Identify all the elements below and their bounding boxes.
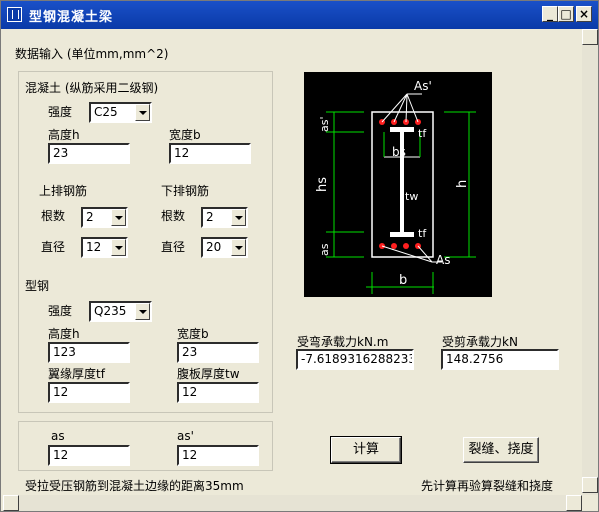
chevron-down-icon[interactable] [111, 209, 126, 226]
diagram-as: As [436, 253, 450, 267]
crack-deflection-button[interactable]: 裂缝、挠度 [463, 437, 539, 463]
top-diameter-value: 12 [86, 240, 102, 254]
as-prime-label: as' [177, 429, 194, 443]
chevron-down-icon[interactable] [135, 303, 150, 320]
bottom-diameter-label: 直径 [161, 240, 186, 254]
concrete-height-input[interactable]: 23 [48, 143, 130, 164]
bottom-diameter-value: 20 [206, 240, 222, 254]
cover-note: 受拉受压钢筋到混凝土边缘的距离35mm [25, 479, 244, 493]
bottom-count-value: 2 [206, 210, 214, 224]
steel-strength-value: Q235 [94, 304, 127, 318]
moment-capacity-output[interactable]: -7.61893162882335 [296, 349, 414, 370]
shear-capacity-label: 受剪承载力kN [442, 335, 518, 349]
as-prime-input[interactable]: 12 [177, 445, 259, 466]
window-title: 型钢混凝土梁 [29, 10, 114, 25]
bottom-rebar-label: 下排钢筋 [161, 184, 210, 198]
vertical-scrollbar[interactable] [582, 29, 598, 495]
scroll-right-arrow[interactable] [566, 495, 582, 511]
top-rebar-label: 上排钢筋 [39, 184, 88, 198]
concrete-width-input[interactable]: 12 [169, 143, 251, 164]
steel-strength-label: 强度 [48, 304, 73, 318]
flange-thickness-label: 翼缘厚度tf [48, 367, 105, 381]
top-diameter-label: 直径 [41, 240, 66, 254]
diagram-tf-bottom: tf [418, 227, 427, 240]
diagram-h: h [455, 180, 470, 188]
top-count-value: 2 [86, 210, 94, 224]
diagram-hs: hs [315, 177, 330, 192]
diagram-b: b [399, 273, 407, 288]
steel-group-label: 型钢 [25, 279, 50, 293]
concrete-strength-label: 强度 [48, 105, 73, 119]
title-bar[interactable]: 型钢混凝土梁 _ □ × [1, 1, 598, 29]
chevron-down-icon[interactable] [135, 104, 150, 121]
app-icon [7, 7, 22, 22]
concrete-strength-select[interactable]: C25 [89, 102, 152, 123]
calculate-button[interactable]: 计算 [330, 436, 402, 464]
steel-height-label: 高度h [48, 327, 80, 341]
horizontal-scrollbar[interactable] [3, 495, 582, 511]
shear-capacity-output[interactable]: 148.2756 [441, 349, 559, 370]
diagram-as-prime: As' [414, 79, 432, 93]
scroll-up-arrow[interactable] [582, 29, 598, 45]
section-diagram-svg: As' As tf tf bs tw hs h b as' as [315, 79, 476, 294]
diagram-tw: tw [405, 190, 418, 203]
scroll-down-arrow[interactable] [582, 477, 598, 493]
chevron-down-icon[interactable] [231, 209, 246, 226]
concrete-strength-value: C25 [94, 105, 118, 119]
steel-strength-select[interactable]: Q235 [89, 301, 152, 322]
bottom-count-select[interactable]: 2 [201, 207, 248, 228]
top-count-label: 根数 [41, 209, 66, 223]
rebar-bottom-3 [403, 243, 409, 249]
web-thickness-label: 腹板厚度tw [177, 367, 240, 381]
diagram-bs: bs [392, 145, 406, 159]
concrete-group-label: 混凝土 (纵筋采用二级钢) [25, 81, 159, 95]
close-button[interactable]: × [576, 6, 592, 22]
top-diameter-select[interactable]: 12 [81, 237, 128, 258]
concrete-width-label: 宽度b [169, 128, 201, 142]
as-input[interactable]: 12 [48, 445, 130, 466]
scroll-left-arrow[interactable] [3, 495, 19, 511]
diagram-tf-top: tf [418, 127, 427, 140]
diagram-as-side-bottom: as [318, 243, 331, 256]
maximize-button[interactable]: □ [558, 6, 574, 22]
rebar-bottom-2 [391, 243, 397, 249]
chevron-down-icon[interactable] [111, 239, 126, 256]
bottom-diameter-select[interactable]: 20 [201, 237, 248, 258]
main-window: 型钢混凝土梁 _ □ × 数据输入 (单位mm,mm^2) 混凝土 (纵筋采用二… [0, 0, 599, 512]
minimize-button[interactable]: _ [542, 6, 558, 22]
hint-text: 先计算再验算裂缝和挠度 [421, 479, 554, 493]
as-label: as [51, 429, 65, 443]
data-input-heading: 数据输入 (单位mm,mm^2) [15, 47, 169, 61]
concrete-height-label: 高度h [48, 128, 80, 142]
moment-capacity-label: 受弯承载力kN.m [297, 335, 389, 349]
steel-width-input[interactable]: 23 [177, 342, 259, 363]
steel-height-input[interactable]: 123 [48, 342, 130, 363]
chevron-down-icon[interactable] [231, 239, 246, 256]
flange-thickness-input[interactable]: 12 [48, 382, 130, 403]
steel-width-label: 宽度b [177, 327, 209, 341]
top-count-select[interactable]: 2 [81, 207, 128, 228]
section-diagram: As' As tf tf bs tw hs h b as' as [304, 72, 492, 297]
diagram-as-side-top: as' [318, 117, 331, 133]
web-thickness-input[interactable]: 12 [177, 382, 259, 403]
bottom-count-label: 根数 [161, 209, 186, 223]
